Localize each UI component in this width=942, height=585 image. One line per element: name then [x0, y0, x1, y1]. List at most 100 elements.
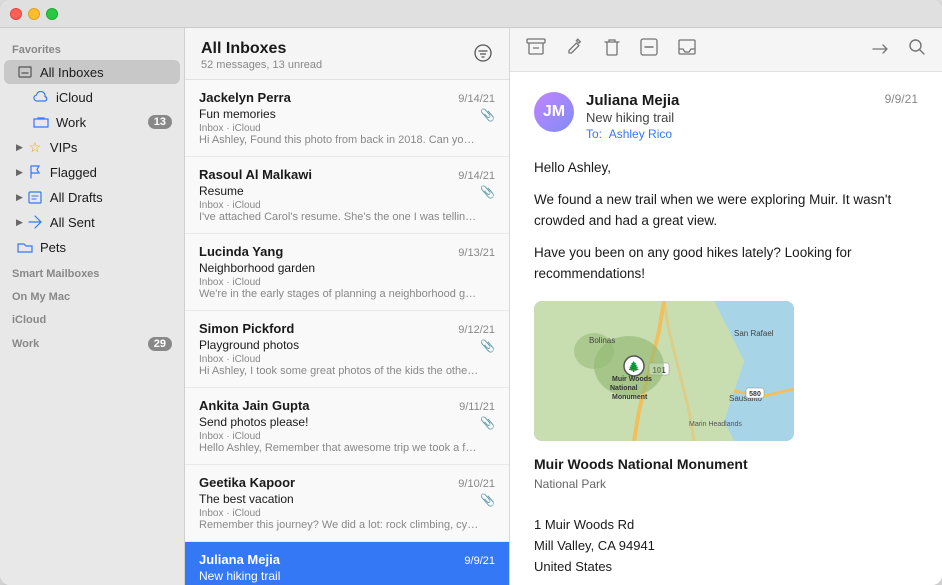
- to-name[interactable]: Ashley Rico: [609, 127, 672, 141]
- email-paragraph-1: We found a new trail when we were explor…: [534, 189, 918, 232]
- email-subject-2: Resume: [199, 184, 244, 198]
- sidebar-item-work[interactable]: Work 13: [4, 110, 180, 134]
- more-icon[interactable]: [872, 39, 888, 60]
- attachment-icon-2: 📎: [480, 185, 495, 199]
- email-date-5: 9/11/21: [459, 401, 495, 413]
- sidebar-item-all-drafts[interactable]: ▶ All Drafts: [4, 185, 180, 209]
- email-paragraph-2: Have you been on any good hikes lately? …: [534, 242, 918, 285]
- email-detail-panel: JM Juliana Mejia New hiking trail To: As…: [510, 28, 942, 585]
- svg-text:🌲: 🌲: [628, 360, 640, 373]
- filter-icon[interactable]: [473, 44, 493, 67]
- maximize-button[interactable]: [46, 8, 58, 20]
- sidebar-item-all-sent[interactable]: ▶ All Sent: [4, 210, 180, 234]
- location-type: National Park: [534, 475, 918, 494]
- email-list-item-2[interactable]: Rasoul Al Malkawi 9/14/21 Resume 📎 Inbox…: [185, 157, 509, 234]
- svg-text:National: National: [610, 385, 638, 392]
- work-section-label: Work 29: [0, 329, 184, 354]
- cloud-icon: [32, 88, 50, 106]
- email-preview-6: Remember this journey? We did a lot: roc…: [199, 519, 479, 531]
- email-preview-2: I've attached Carol's resume. She's the …: [199, 211, 479, 223]
- to-label: To:: [586, 127, 602, 141]
- move-to-inbox-icon[interactable]: [678, 39, 696, 60]
- on-my-mac-label: On My Mac: [0, 283, 184, 306]
- sidebar: Favorites All Inboxes iCloud: [0, 28, 185, 585]
- sidebar-item-pets[interactable]: Pets: [4, 235, 180, 259]
- location-address-2: Mill Valley, CA 94941: [534, 536, 918, 557]
- email-subject-6: The best vacation: [199, 492, 294, 506]
- email-subject-7: New hiking trail: [199, 569, 280, 583]
- close-button[interactable]: [10, 8, 22, 20]
- sent-chevron: ▶: [16, 217, 23, 228]
- compose-icon[interactable]: [566, 38, 584, 61]
- email-list-header-text: All Inboxes 52 messages, 13 unread: [201, 40, 322, 71]
- email-subject-5: Send photos please!: [199, 415, 308, 429]
- main-content: Favorites All Inboxes iCloud: [0, 28, 942, 585]
- email-list-panel: All Inboxes 52 messages, 13 unread Jacke…: [185, 28, 510, 585]
- location-name: Muir Woods National Monument: [534, 453, 918, 475]
- email-detail-header: JM Juliana Mejia New hiking trail To: As…: [534, 92, 918, 141]
- sidebar-flagged-label: Flagged: [50, 165, 172, 180]
- attachment-icon-5: 📎: [480, 416, 495, 430]
- smart-mailboxes-label: Smart Mailboxes: [0, 260, 184, 283]
- email-sender-1: Jackelyn Perra: [199, 90, 291, 105]
- email-date-4: 9/12/21: [458, 324, 495, 336]
- email-sender-3: Lucinda Yang: [199, 244, 283, 259]
- email-list-item-3[interactable]: Lucinda Yang 9/13/21 Neighborhood garden…: [185, 234, 509, 311]
- email-sender-4: Simon Pickford: [199, 321, 294, 336]
- sidebar-work-favorites-label: Work: [56, 115, 148, 130]
- email-preview-4: Hi Ashley, I took some great photos of t…: [199, 365, 479, 377]
- star-icon: ☆: [26, 138, 44, 156]
- sidebar-pets-label: Pets: [40, 240, 172, 255]
- email-date-6: 9/10/21: [458, 478, 495, 490]
- email-sender-6: Geetika Kapoor: [199, 475, 295, 490]
- flagged-chevron: ▶: [16, 167, 23, 178]
- email-meta: Juliana Mejia New hiking trail To: Ashle…: [586, 92, 873, 141]
- drafts-icon: [26, 188, 44, 206]
- email-list-subtitle: 52 messages, 13 unread: [201, 59, 322, 71]
- sidebar-item-flagged[interactable]: ▶ Flagged: [4, 160, 180, 184]
- favorites-section-label: Favorites: [0, 36, 184, 59]
- sidebar-vips-label: VIPs: [50, 140, 172, 155]
- email-list-title: All Inboxes: [201, 40, 322, 58]
- email-mailbox-2: Inbox · iCloud: [199, 200, 261, 211]
- email-sender-2: Rasoul Al Malkawi: [199, 167, 312, 182]
- flag-icon: [26, 163, 44, 181]
- pets-folder-icon: [16, 238, 34, 256]
- location-address-1: 1 Muir Woods Rd: [534, 515, 918, 536]
- sent-icon: [26, 213, 44, 231]
- email-list-item-1[interactable]: Jackelyn Perra 9/14/21 Fun memories 📎 In…: [185, 80, 509, 157]
- email-sender-7: Juliana Mejia: [199, 552, 280, 567]
- sidebar-item-all-inboxes[interactable]: All Inboxes: [4, 60, 180, 84]
- archive-icon[interactable]: [526, 38, 546, 61]
- minimize-button[interactable]: [28, 8, 40, 20]
- email-date-3: 9/13/21: [458, 247, 495, 259]
- svg-text:Muir Woods: Muir Woods: [612, 376, 652, 383]
- email-list-item-6[interactable]: Geetika Kapoor 9/10/21 The best vacation…: [185, 465, 509, 542]
- sidebar-item-vips[interactable]: ▶ ☆ VIPs: [4, 135, 180, 159]
- work-badge: 13: [148, 115, 172, 129]
- detail-to: To: Ashley Rico: [586, 127, 873, 141]
- email-mailbox-4: Inbox · iCloud: [199, 354, 261, 365]
- email-list-item-5[interactable]: Ankita Jain Gupta 9/11/21 Send photos pl…: [185, 388, 509, 465]
- email-list-item-7[interactable]: Juliana Mejia 9/9/21 New hiking trail In…: [185, 542, 509, 585]
- search-icon[interactable]: [908, 38, 926, 61]
- email-mailbox-3: Inbox · iCloud: [199, 277, 261, 288]
- detail-toolbar: [510, 28, 942, 72]
- location-address-3: United States: [534, 557, 918, 578]
- sender-avatar: JM: [534, 92, 574, 132]
- sidebar-sent-label: All Sent: [50, 215, 172, 230]
- email-list-item-4[interactable]: Simon Pickford 9/12/21 Playground photos…: [185, 311, 509, 388]
- titlebar: [0, 0, 942, 28]
- email-preview-3: We're in the early stages of planning a …: [199, 288, 479, 300]
- email-mailbox-5: Inbox · iCloud: [199, 431, 261, 442]
- email-date-2: 9/14/21: [458, 170, 495, 182]
- drafts-chevron: ▶: [16, 192, 23, 203]
- email-list-header: All Inboxes 52 messages, 13 unread: [185, 28, 509, 80]
- work-section-badge: 29: [148, 337, 172, 351]
- delete-icon[interactable]: [640, 38, 658, 61]
- svg-text:580: 580: [749, 391, 761, 398]
- sidebar-item-icloud[interactable]: iCloud: [4, 85, 180, 109]
- sidebar-icloud-label: iCloud: [56, 90, 172, 105]
- trash-icon[interactable]: [604, 38, 620, 61]
- attachment-icon-1: 📎: [480, 108, 495, 122]
